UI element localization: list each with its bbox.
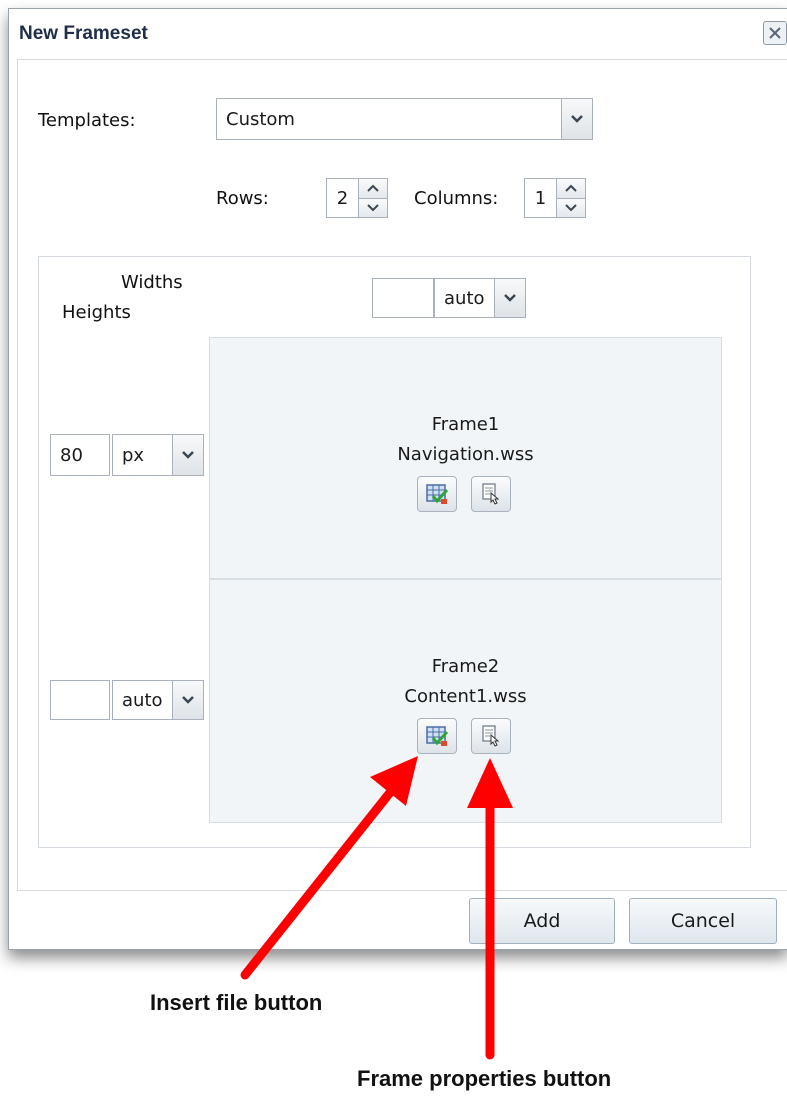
insert-file-arrowhead	[370, 756, 418, 806]
frame-properties-arrowhead	[467, 758, 513, 808]
frame-properties-annotation: Frame properties button	[357, 1066, 612, 1091]
insert-file-annotation: Insert file button	[150, 990, 323, 1015]
annotation-arrows	[240, 756, 513, 1060]
insert-file-arrow-line	[240, 785, 397, 980]
